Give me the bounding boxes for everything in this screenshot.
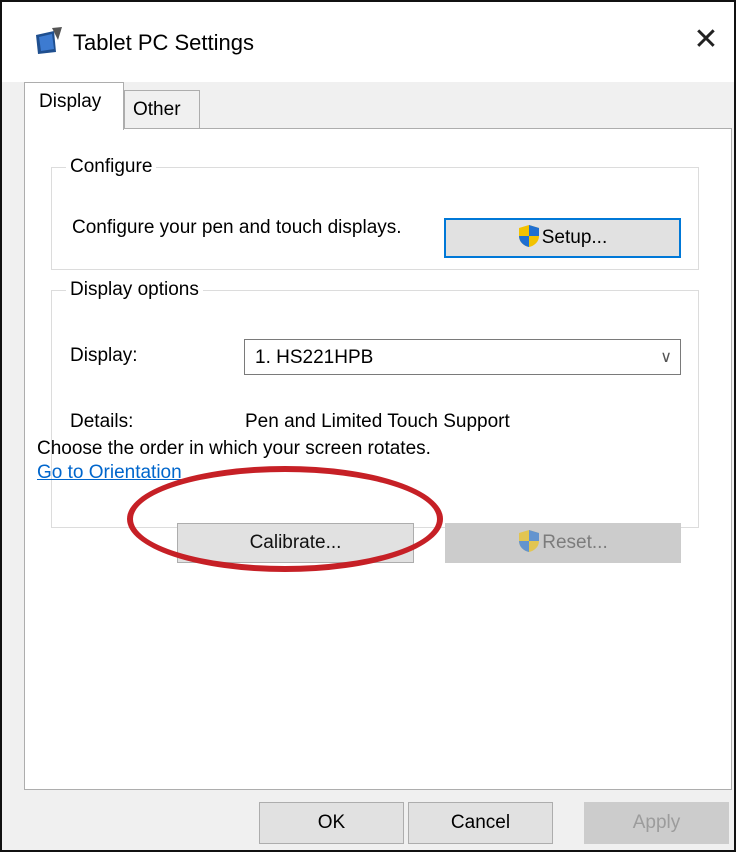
settings-window: Tablet PC Settings ✕ Display Other Confi…	[0, 0, 736, 852]
details-label: Details:	[70, 411, 134, 432]
calibrate-button[interactable]: Calibrate...	[177, 523, 414, 563]
chevron-down-icon: ∨	[660, 349, 672, 366]
tablet-pen-icon	[36, 27, 62, 54]
window-title: Tablet PC Settings	[73, 30, 254, 55]
display-select[interactable]: 1. HS221HPB ∨	[244, 339, 681, 375]
uac-shield-icon	[519, 529, 540, 552]
setup-label: Setup...	[541, 227, 608, 248]
apply-button[interactable]: Apply	[584, 802, 729, 844]
orientation-description: Choose the order in which your screen ro…	[37, 438, 431, 459]
title-bar: Tablet PC Settings ✕	[2, 2, 734, 82]
display-options-group: Display options Display: 1. HS221HPB ∨ D…	[51, 279, 699, 563]
configure-legend: Configure	[70, 156, 153, 177]
display-label: Display:	[70, 345, 138, 366]
display-select-value: 1. HS221HPB	[255, 347, 374, 368]
ok-button[interactable]: OK	[259, 802, 404, 844]
details-value: Pen and Limited Touch Support	[245, 411, 510, 432]
reset-button[interactable]: Reset...	[445, 523, 681, 563]
uac-shield-icon	[518, 224, 539, 247]
cancel-button[interactable]: Cancel	[408, 802, 553, 844]
tab-other[interactable]: Other	[124, 90, 200, 130]
reset-label: Reset...	[542, 532, 608, 553]
configure-description: Configure your pen and touch displays.	[72, 217, 402, 238]
display-options-legend: Display options	[70, 279, 199, 300]
configure-group: Configure Configure your pen and touch d…	[51, 156, 699, 270]
tab-display[interactable]: Display	[24, 82, 124, 130]
setup-button[interactable]: Setup...	[444, 218, 681, 258]
close-icon[interactable]: ✕	[678, 14, 734, 70]
orientation-link[interactable]: Go to Orientation	[37, 462, 182, 484]
